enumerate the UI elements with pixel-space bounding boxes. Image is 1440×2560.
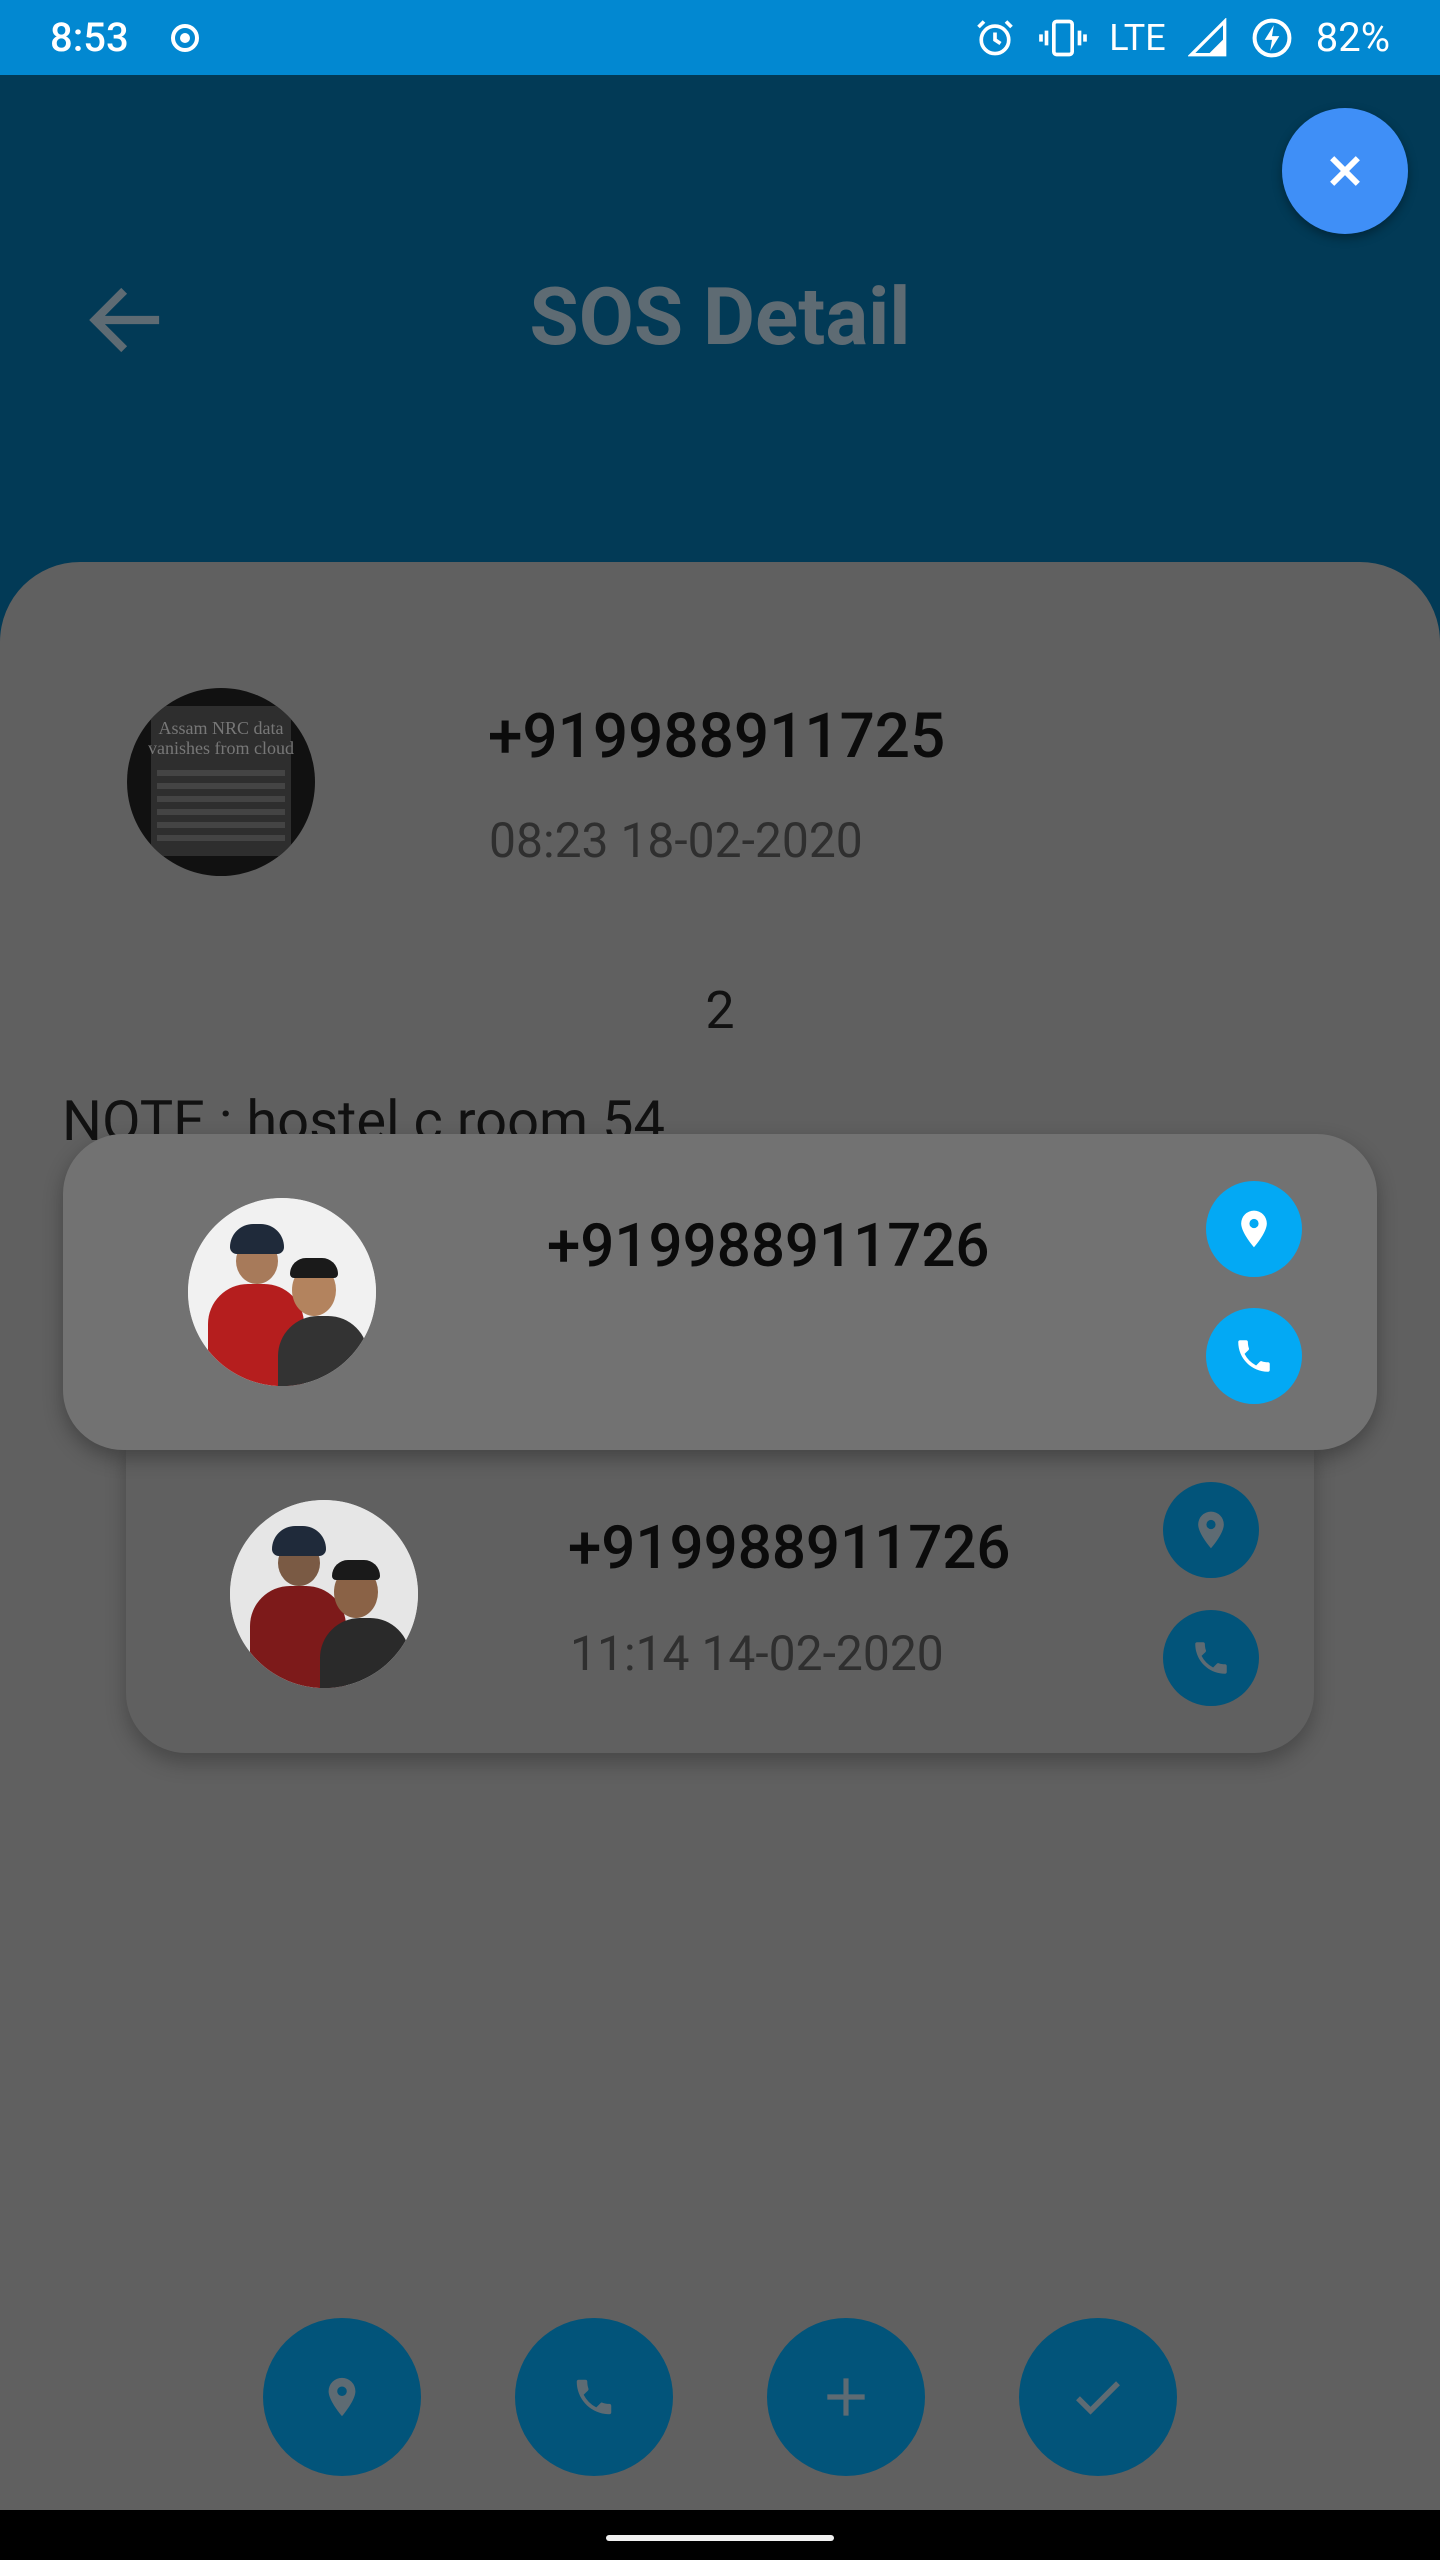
location-button[interactable] — [263, 2318, 421, 2476]
radio-icon — [170, 23, 199, 52]
contact-call-button[interactable] — [1163, 1610, 1259, 1706]
location-icon — [1198, 1511, 1224, 1549]
sos-avatar: Assam NRC data vanishes from cloud — [127, 688, 315, 876]
phone-icon — [576, 2379, 612, 2415]
battery-charging-icon — [1252, 18, 1292, 57]
phone-icon — [1195, 1642, 1227, 1674]
sos-count: 2 — [705, 980, 735, 1041]
vibrate-icon — [1039, 19, 1088, 56]
contact-phone: +919988911726 — [547, 1210, 990, 1281]
contact-location-button[interactable] — [1206, 1181, 1302, 1277]
location-icon — [328, 2377, 356, 2417]
alarm-icon — [977, 19, 1014, 55]
network-type: LTE — [1109, 16, 1166, 59]
phone-icon — [1238, 1340, 1270, 1372]
sos-phone: +919988911725 — [488, 700, 946, 773]
bottom-action-bar — [0, 2318, 1440, 2478]
newspaper-lines — [157, 770, 285, 848]
page-title: SOS Detail — [529, 270, 911, 364]
sos-timestamp: 08:23 18-02-2020 — [489, 812, 863, 869]
home-gesture-handle[interactable] — [606, 2535, 834, 2541]
location-icon — [1241, 1210, 1267, 1248]
contact-avatar — [188, 1198, 376, 1386]
contact-location-button[interactable] — [1163, 1482, 1259, 1578]
plus-icon — [827, 2378, 865, 2416]
check-icon — [1076, 2381, 1120, 2415]
battery-level: 82% — [1315, 14, 1390, 61]
call-button[interactable] — [515, 2318, 673, 2476]
status-time: 8:53 — [50, 14, 129, 61]
contact-avatar — [230, 1500, 418, 1688]
contact-timestamp: 11:14 14-02-2020 — [570, 1625, 944, 1682]
contact-call-button[interactable] — [1206, 1308, 1302, 1404]
status-bar: 8:53 LTE 82% — [0, 0, 1440, 75]
close-icon — [1330, 156, 1360, 186]
contact-phone: +919988911726 — [568, 1512, 1011, 1583]
close-button[interactable] — [1282, 108, 1408, 234]
signal-icon — [1187, 17, 1227, 56]
add-button[interactable] — [767, 2318, 925, 2476]
resolve-button[interactable] — [1019, 2318, 1177, 2476]
status-icons: LTE 82% — [973, 14, 1390, 61]
avatar-headline: Assam NRC data vanishes from cloud — [148, 718, 294, 758]
